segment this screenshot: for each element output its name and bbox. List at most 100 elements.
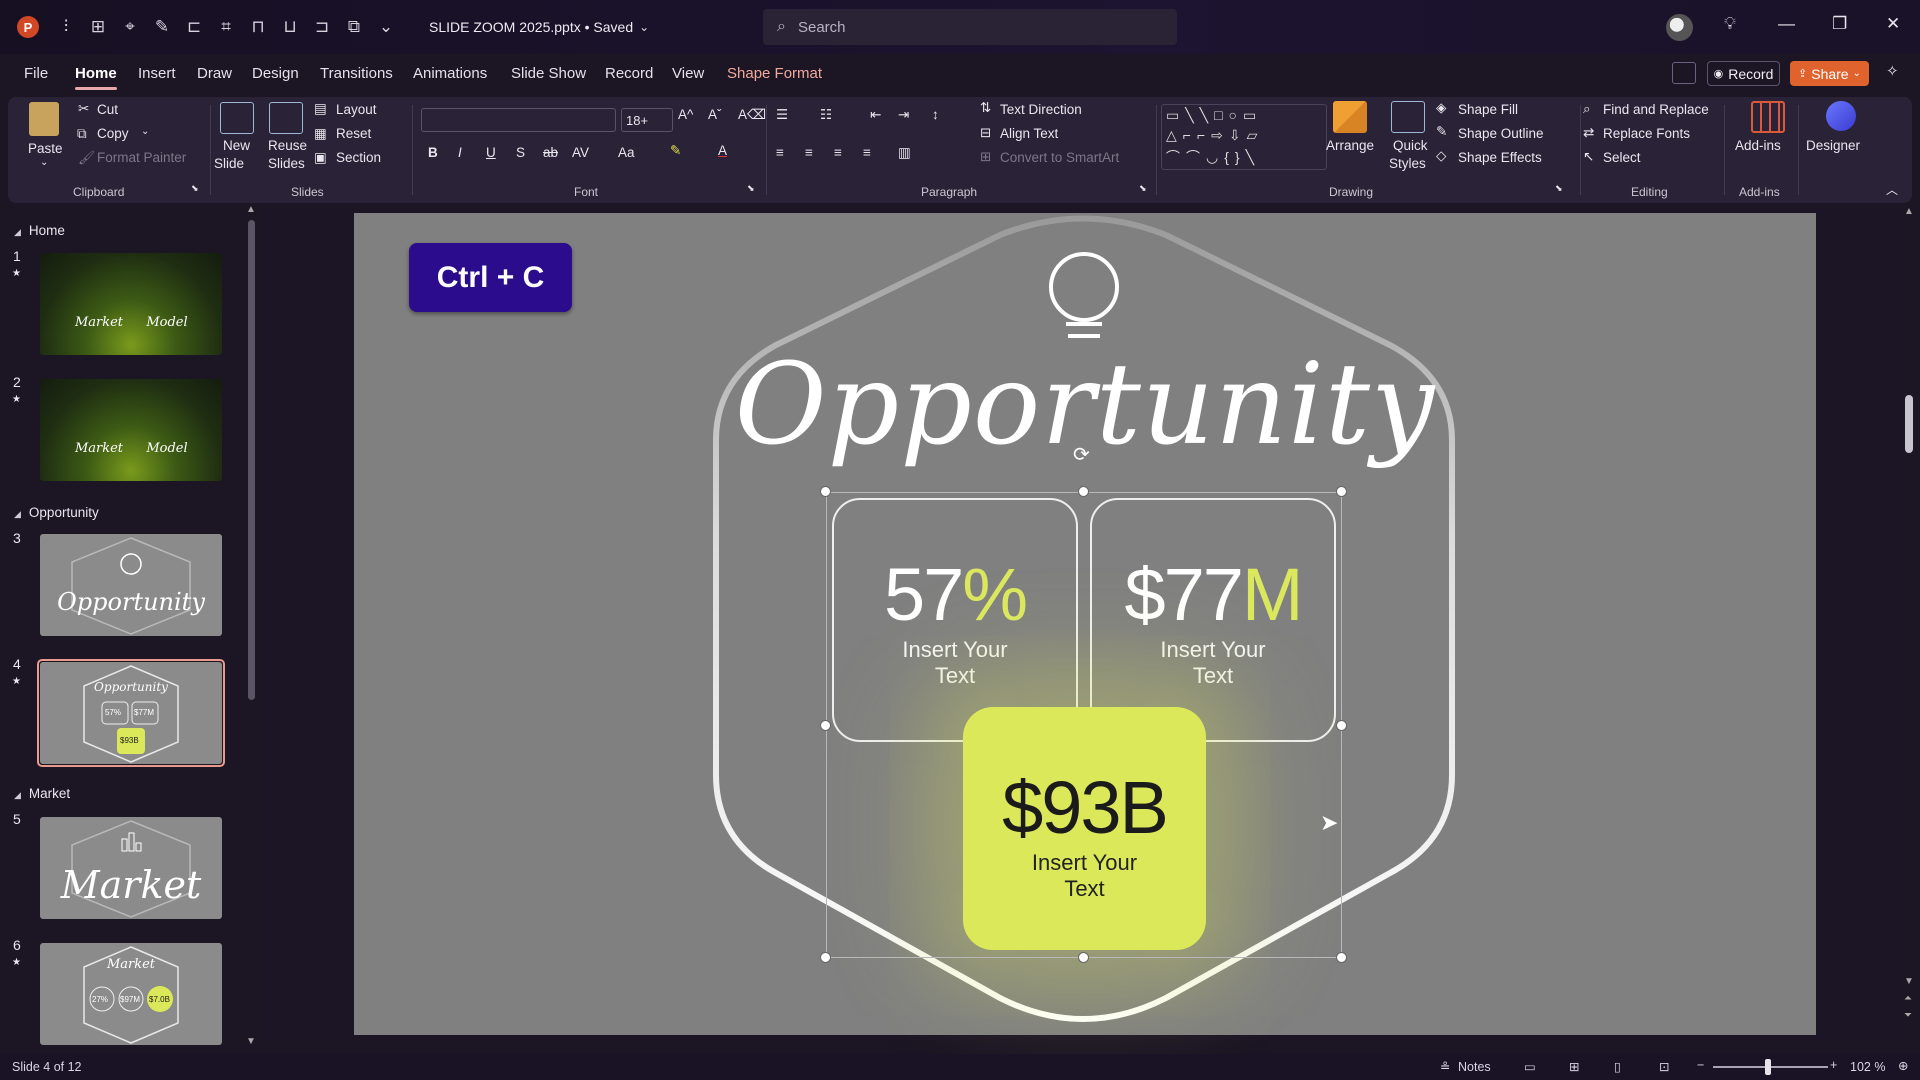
- tab-view[interactable]: View: [672, 65, 704, 82]
- align-left-icon[interactable]: ≡: [776, 145, 784, 160]
- pane-scrollbar[interactable]: [248, 220, 255, 700]
- tab-file[interactable]: File: [24, 65, 48, 82]
- chevron-down-icon[interactable]: ⌄: [40, 157, 48, 168]
- previous-slide-icon[interactable]: ⏶: [1904, 993, 1912, 1004]
- resize-handle-nw[interactable]: [820, 486, 831, 497]
- scroll-down-arrow-icon[interactable]: ▼: [1904, 976, 1914, 987]
- slide-counter[interactable]: Slide 4 of 12: [12, 1060, 82, 1074]
- section-button[interactable]: Section: [336, 150, 381, 165]
- designer-icon[interactable]: [1826, 101, 1856, 131]
- layout-button[interactable]: Layout: [336, 102, 377, 117]
- paste-button[interactable]: Paste: [28, 141, 63, 156]
- avatar[interactable]: [1666, 14, 1693, 41]
- slide-thumbnail-3[interactable]: Opportunity: [40, 534, 222, 636]
- shapes-row-2-icon[interactable]: △⌐⌐⇨⇩▱: [1166, 127, 1263, 144]
- arrange-button[interactable]: Arrange: [1326, 138, 1374, 153]
- reset-button[interactable]: Reset: [336, 126, 371, 141]
- tab-transitions[interactable]: Transitions: [320, 65, 393, 82]
- tab-animations[interactable]: Animations: [413, 65, 487, 82]
- slide-thumbnail-1[interactable]: Market Model: [40, 253, 222, 355]
- arrange-icon[interactable]: [1333, 101, 1367, 133]
- scroll-up-arrow-icon[interactable]: ▲: [1904, 206, 1914, 217]
- customize-toolbar-icon[interactable]: ⌄: [375, 16, 397, 38]
- quick-styles-icon[interactable]: [1391, 101, 1425, 133]
- collapse-ribbon-icon[interactable]: ︿: [1886, 181, 1898, 198]
- replace-fonts-button[interactable]: Replace Fonts: [1603, 126, 1690, 141]
- cut-button[interactable]: Cut: [97, 102, 118, 117]
- numbering-icon[interactable]: ☷: [820, 107, 832, 123]
- designer-button[interactable]: Designer: [1806, 138, 1860, 153]
- decrease-font-icon[interactable]: Aˇ: [708, 107, 722, 122]
- align-center-icon[interactable]: ≡: [805, 145, 813, 160]
- new-slide-button-line2[interactable]: Slide: [214, 156, 244, 171]
- shapes-row-1-icon[interactable]: ▭╲╲□○▭: [1166, 107, 1262, 124]
- section-home[interactable]: ◢ Home: [14, 223, 65, 238]
- close-icon[interactable]: ✕: [1886, 14, 1900, 34]
- toolbar-align-icon[interactable]: ⫶: [55, 16, 77, 38]
- comments-button[interactable]: [1672, 62, 1696, 84]
- share-button[interactable]: ⇪ Share ⌄: [1790, 61, 1869, 86]
- next-slide-icon[interactable]: ⏷: [1904, 1010, 1912, 1021]
- find-replace-button[interactable]: Find and Replace: [1603, 102, 1709, 117]
- slide-thumbnail-6[interactable]: Market 27% $97M $7.0B: [40, 943, 222, 1045]
- shapes-gallery[interactable]: ▭╲╲□○▭ △⌐⌐⇨⇩▱ ⌒⌒◡{}╲: [1161, 104, 1327, 170]
- change-case-icon[interactable]: Aa: [618, 145, 635, 160]
- reading-view-icon[interactable]: ▯: [1614, 1059, 1621, 1074]
- select-button[interactable]: Select: [1603, 150, 1641, 165]
- font-name-combobox[interactable]: [421, 108, 616, 132]
- copy-button[interactable]: Copy: [97, 126, 129, 141]
- slide-thumbnail-2[interactable]: Market Model: [40, 379, 222, 481]
- reuse-slides-button[interactable]: Reuse: [268, 138, 307, 153]
- align-text-button[interactable]: Align Text: [1000, 126, 1058, 141]
- section-market[interactable]: ◢ Market: [14, 786, 70, 801]
- increase-indent-icon[interactable]: ⇥: [898, 107, 909, 123]
- add-ins-button[interactable]: Add-ins: [1735, 138, 1781, 153]
- chevron-down-icon[interactable]: ⌄: [639, 20, 649, 34]
- shadow-icon[interactable]: S: [516, 145, 525, 160]
- quick-styles-button-line2[interactable]: Styles: [1389, 156, 1426, 171]
- new-slide-button[interactable]: New: [223, 138, 250, 153]
- section-opportunity[interactable]: ◢ Opportunity: [14, 505, 99, 520]
- slide-thumbnail-4[interactable]: Opportunity 57% $77M $93B: [40, 662, 222, 764]
- font-color-icon[interactable]: A: [718, 143, 727, 158]
- tab-record[interactable]: Record: [605, 65, 653, 82]
- tab-shape-format[interactable]: Shape Format: [727, 65, 822, 82]
- resize-handle-w[interactable]: [820, 720, 831, 731]
- toolbar-center-icon[interactable]: ⌖: [119, 16, 141, 38]
- document-title[interactable]: SLIDE ZOOM 2025.pptx • Saved: [429, 19, 633, 35]
- tab-design[interactable]: Design: [252, 65, 299, 82]
- font-launcher-icon[interactable]: ⬊: [747, 183, 755, 194]
- scroll-down-arrow-icon[interactable]: ▼: [246, 1036, 256, 1047]
- rotate-handle-icon[interactable]: ⟳: [1073, 442, 1090, 467]
- toolbar-distribute-icon[interactable]: ⊞: [87, 16, 109, 38]
- quick-styles-button[interactable]: Quick: [1393, 138, 1428, 153]
- zoom-out-icon[interactable]: −: [1697, 1058, 1704, 1072]
- text-direction-button[interactable]: Text Direction: [1000, 102, 1082, 117]
- convert-smartart-button[interactable]: Convert to SmartArt: [1000, 150, 1119, 165]
- shape-effects-button[interactable]: Shape Effects: [1458, 150, 1542, 165]
- strikethrough-icon[interactable]: ab: [543, 145, 558, 160]
- clipboard-launcher-icon[interactable]: ⬊: [191, 183, 199, 194]
- format-painter-button[interactable]: Format Painter: [97, 150, 186, 165]
- canvas-vertical-scrollbar[interactable]: [1905, 395, 1913, 453]
- bold-icon[interactable]: B: [428, 145, 438, 160]
- zoom-level[interactable]: 102 %: [1850, 1060, 1885, 1074]
- clear-formatting-icon[interactable]: A⌫: [738, 107, 766, 123]
- resize-handle-n[interactable]: [1078, 486, 1089, 497]
- zoom-in-icon[interactable]: +: [1830, 1058, 1837, 1072]
- copilot-icon[interactable]: ✧: [1886, 62, 1899, 80]
- reuse-slides-button-line2[interactable]: Slides: [268, 156, 305, 171]
- normal-view-icon[interactable]: ▭: [1524, 1059, 1536, 1074]
- shapes-row-3-icon[interactable]: ⌒⌒◡{}╲: [1166, 147, 1260, 167]
- search-input[interactable]: ⌕ Search: [763, 9, 1177, 45]
- paste-icon[interactable]: [29, 102, 59, 136]
- italic-icon[interactable]: I: [458, 145, 462, 160]
- tab-insert[interactable]: Insert: [138, 65, 176, 82]
- resize-handle-se[interactable]: [1336, 952, 1347, 963]
- shape-fill-button[interactable]: Shape Fill: [1458, 102, 1518, 117]
- lightbulb-icon[interactable]: 💡︎: [1724, 14, 1736, 34]
- tab-home[interactable]: Home: [75, 65, 117, 90]
- notes-button[interactable]: Notes: [1458, 1060, 1491, 1074]
- align-right-icon[interactable]: ≡: [834, 145, 842, 160]
- slide-sorter-icon[interactable]: ⊞: [1569, 1059, 1579, 1074]
